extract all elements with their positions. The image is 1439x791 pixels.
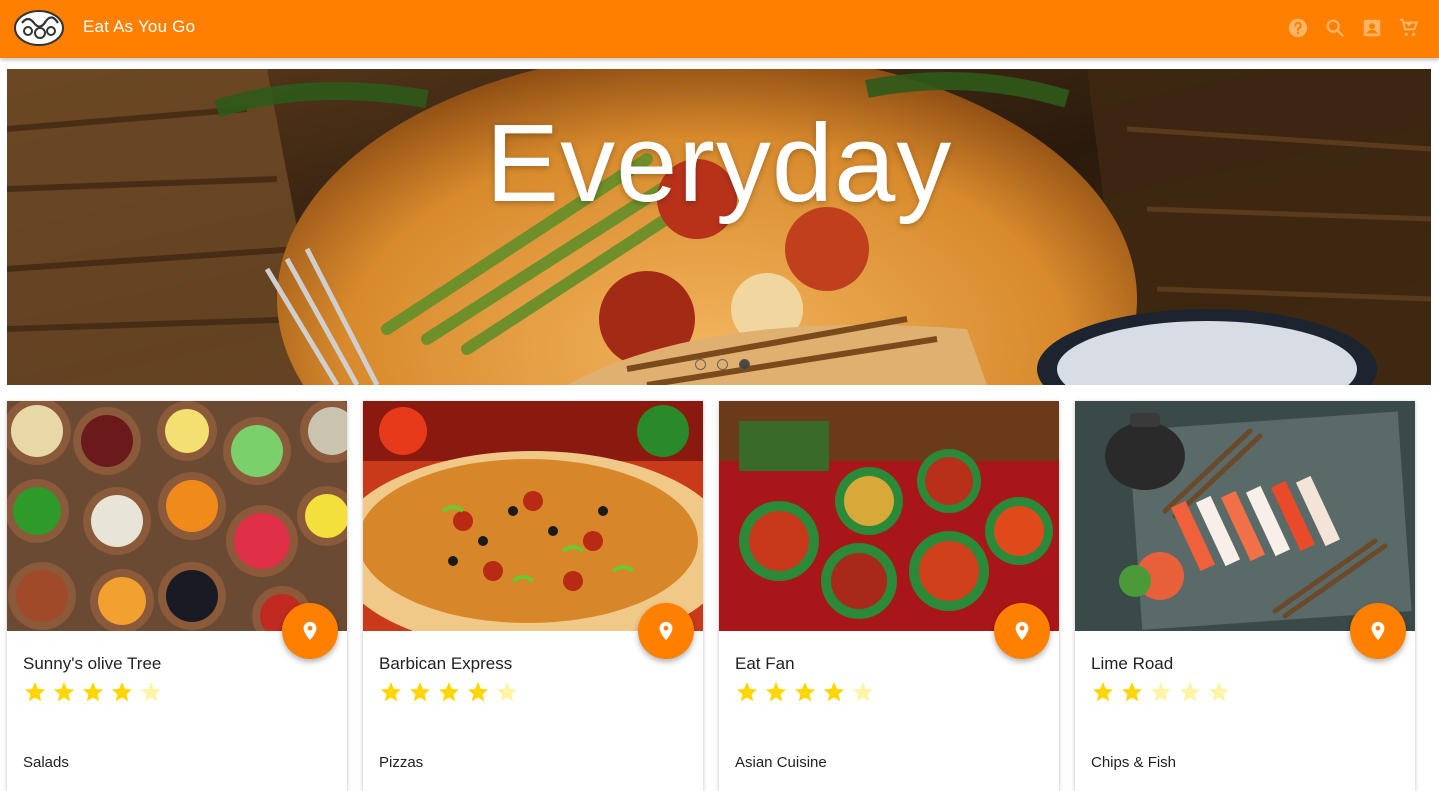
restaurant-name: Sunny's olive Tree bbox=[23, 654, 162, 673]
restaurant-name: Barbican Express bbox=[379, 654, 513, 673]
restaurant-category: Chips & Fish bbox=[1091, 754, 1177, 771]
carousel-dot[interactable] bbox=[717, 359, 728, 370]
location-pin-icon bbox=[1015, 621, 1029, 641]
restaurant-category: Pizzas bbox=[379, 754, 424, 771]
carousel-dot[interactable] bbox=[695, 359, 706, 370]
search-icon[interactable] bbox=[1322, 15, 1347, 41]
cart-icon[interactable] bbox=[1396, 15, 1421, 41]
rating-stars bbox=[1091, 680, 1231, 704]
star-empty-icon bbox=[1180, 682, 1200, 702]
location-button[interactable] bbox=[282, 603, 338, 659]
star-filled-icon bbox=[824, 682, 844, 702]
carousel-dot-active[interactable] bbox=[739, 359, 750, 370]
star-filled-icon bbox=[795, 682, 815, 702]
restaurant-card[interactable]: Eat Fan Asian Cuisine bbox=[719, 401, 1059, 791]
restaurant-list: Sunny's olive Tree Salads Barbican Expre… bbox=[7, 401, 1415, 791]
star-filled-icon bbox=[439, 682, 459, 702]
carousel-indicators bbox=[695, 359, 750, 370]
rating-stars bbox=[379, 680, 519, 704]
restaurant-image bbox=[7, 401, 347, 631]
star-filled-icon bbox=[468, 682, 488, 702]
star-empty-icon bbox=[141, 682, 161, 702]
location-pin-icon bbox=[659, 621, 673, 641]
restaurant-name: Lime Road bbox=[1091, 654, 1174, 673]
location-button[interactable] bbox=[994, 603, 1050, 659]
location-button[interactable] bbox=[638, 603, 694, 659]
app-title: Eat As You Go bbox=[83, 17, 196, 36]
star-filled-icon bbox=[112, 682, 132, 702]
restaurant-card[interactable]: Lime Road Chips & Fish bbox=[1075, 401, 1415, 791]
rating-stars bbox=[735, 680, 875, 704]
help-icon[interactable] bbox=[1285, 15, 1310, 41]
account-box-icon[interactable] bbox=[1359, 15, 1384, 41]
star-filled-icon bbox=[381, 682, 401, 702]
star-filled-icon bbox=[737, 682, 757, 702]
star-filled-icon bbox=[83, 682, 103, 702]
restaurant-image bbox=[719, 401, 1059, 631]
star-filled-icon bbox=[1093, 682, 1113, 702]
star-filled-icon bbox=[766, 682, 786, 702]
star-empty-icon bbox=[853, 682, 873, 702]
location-pin-icon bbox=[1371, 621, 1385, 641]
restaurant-category: Salads bbox=[23, 754, 69, 771]
star-empty-icon bbox=[497, 682, 517, 702]
restaurant-card[interactable]: Barbican Express Pizzas bbox=[363, 401, 703, 791]
star-filled-icon bbox=[54, 682, 74, 702]
hero-carousel[interactable]: Everyday bbox=[7, 69, 1431, 385]
restaurant-image bbox=[1075, 401, 1415, 631]
star-filled-icon bbox=[410, 682, 430, 702]
toolbar-actions bbox=[1285, 15, 1421, 41]
star-filled-icon bbox=[1122, 682, 1142, 702]
star-empty-icon bbox=[1151, 682, 1171, 702]
location-pin-icon bbox=[303, 621, 317, 641]
restaurant-category: Asian Cuisine bbox=[735, 754, 827, 771]
app-bar: Eat As You Go bbox=[0, 0, 1439, 58]
rating-stars bbox=[23, 680, 163, 704]
hero-caption: Everyday bbox=[485, 102, 953, 225]
restaurant-image bbox=[363, 401, 703, 631]
location-button[interactable] bbox=[1350, 603, 1406, 659]
restaurant-name: Eat Fan bbox=[735, 654, 795, 673]
logo-icon[interactable] bbox=[14, 9, 64, 47]
star-filled-icon bbox=[25, 682, 45, 702]
restaurant-card[interactable]: Sunny's olive Tree Salads bbox=[7, 401, 347, 791]
star-empty-icon bbox=[1209, 682, 1229, 702]
